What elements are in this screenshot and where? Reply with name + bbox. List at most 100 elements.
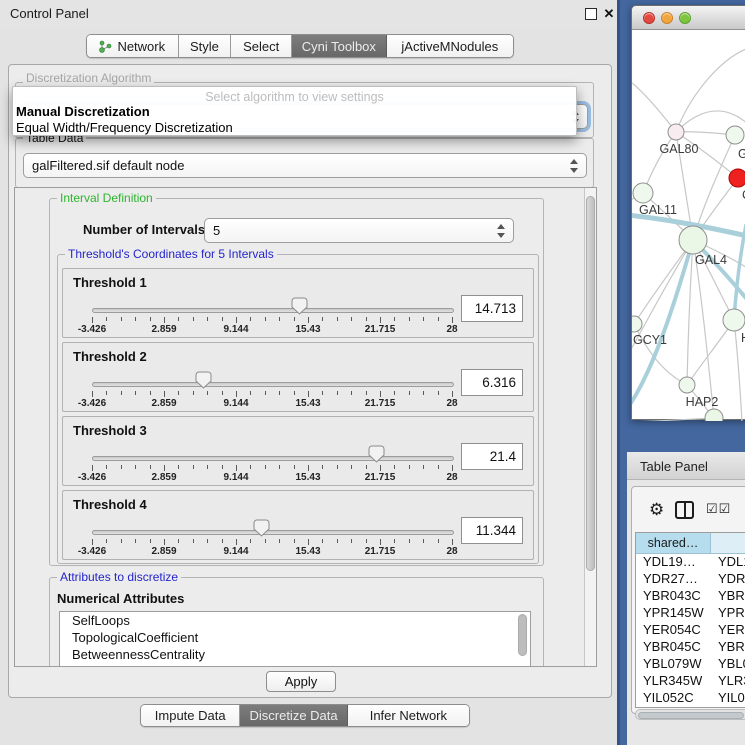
network-node-label: H [741,331,745,345]
bottom-tab-infer-network[interactable]: Infer Network [348,705,469,726]
table-row[interactable]: YPR145WYPR1 [636,605,745,622]
tab-jactivemnodules[interactable]: jActiveMNodules [387,35,513,57]
slider-tick [423,465,424,469]
slider-tick [423,539,424,543]
network-edge[interactable] [632,418,714,421]
threshold-value-field[interactable]: 11.344 [461,517,523,544]
cell-name: YPR1 [718,605,745,620]
network-node-h[interactable] [723,309,745,331]
cell-name: YBR0 [718,639,745,654]
slider-tick [250,391,251,395]
network-node-label: HAP2 [686,395,719,409]
threshold-slider-track[interactable] [92,382,454,387]
threshold-value-field[interactable]: 6.316 [461,369,523,396]
table-row[interactable]: YLR345WYLR3 [636,673,745,690]
table-hscrollbar-thumb[interactable] [638,712,744,719]
window-title: Control Panel [10,6,89,21]
tab-cyni-toolbox[interactable]: Cyni Toolbox [292,35,387,57]
slider-tick-label: -3.426 [78,546,106,557]
dropdown-prompt-item[interactable]: Select algorithm to view settings [13,90,576,104]
close-traffic-light-icon[interactable] [643,12,655,24]
table-panel-titlebar: Table Panel [627,452,745,480]
table-row[interactable]: YBR043CYBR0 [636,588,745,605]
split-panel-icon[interactable] [675,501,694,519]
network-edge[interactable] [676,49,745,132]
close-window-icon[interactable]: ✕ [603,8,615,20]
node-table-container: ⚙ ☑☑ shared… n YDL19…YDL1YDR27…YDR2YBR04… [631,486,745,714]
table-row[interactable]: YBL079WYBL0 [636,656,745,673]
threshold-slider-track[interactable] [92,308,454,313]
tab-style[interactable]: Style [179,35,232,57]
bottom-tab-discretize-data[interactable]: Discretize Data [240,705,347,726]
slider-tick [366,317,367,321]
table-row[interactable]: YDR27…YDR2 [636,571,745,588]
network-node-c[interactable] [729,169,745,187]
slider-tick-label: 2.859 [151,398,176,409]
cell-shared-name: YDL19… [643,554,696,569]
slider-tick [322,539,323,543]
control-panel-tabs: NetworkStyleSelectCyni ToolboxjActiveMNo… [86,34,514,58]
table-row[interactable]: YIL052CYIL0 [636,690,745,707]
network-edge[interactable] [634,240,693,324]
table-hscrollbar-track[interactable] [635,709,745,720]
threshold-title: Threshold 3 [73,423,147,438]
slider-tick [92,465,93,471]
combo-stepper-icon [497,224,505,238]
threshold-slider-thumb[interactable] [195,371,212,389]
threshold-slider-thumb[interactable] [253,519,270,537]
tab-network[interactable]: Network [87,35,179,57]
attribute-list-item[interactable]: SelfLoops [60,612,530,629]
dropdown-option-manual-discretization[interactable]: Manual Discretization [16,104,150,119]
checked-checkboxes-icon[interactable]: ☑☑ [706,501,731,517]
slider-tick [178,539,179,543]
table-data-combobox[interactable]: galFiltered.sif default node [23,153,587,178]
network-edge[interactable] [632,79,676,132]
threshold-value-field[interactable]: 21.4 [461,443,523,470]
column-header-shared-name[interactable]: shared… [636,533,711,554]
network-edge-highlighted[interactable] [734,225,745,320]
threshold-slider-track[interactable] [92,530,454,535]
slider-tick [279,317,280,321]
threshold-value-field[interactable]: 14.713 [461,295,523,322]
number-of-intervals-value: 5 [213,223,220,238]
zoom-traffic-light-icon[interactable] [679,12,691,24]
apply-button[interactable]: Apply [266,671,336,692]
slider-tick [121,465,122,469]
slider-tick-label: 2.859 [151,472,176,483]
network-node-hap2[interactable] [679,377,695,393]
slider-tick-label: 21.715 [365,546,396,557]
network-node-gcy1[interactable] [632,316,642,332]
threshold-slider-thumb[interactable] [368,445,385,463]
network-canvas[interactable]: GAL80GACGAL11GAL4GCY1HHAP2 [632,31,745,421]
threshold-slider-thumb[interactable] [291,297,308,315]
float-window-icon[interactable] [585,8,597,20]
threshold-slider-track[interactable] [92,456,454,461]
number-of-intervals-combobox[interactable]: 5 [204,218,514,243]
slider-tick-label: 28 [446,398,457,409]
minimize-traffic-light-icon[interactable] [661,12,673,24]
slider-tick [351,391,352,395]
attribute-list-item[interactable]: BetweennessCentrality [60,646,530,663]
column-header-name[interactable]: n [711,533,745,554]
attributes-list-scrollbar[interactable] [518,614,527,656]
slider-tick-label: 21.715 [365,472,396,483]
network-node-gal11[interactable] [633,183,653,203]
network-edge[interactable] [687,320,734,385]
tab-select[interactable]: Select [231,35,292,57]
slider-tick-label: 9.144 [223,546,248,557]
network-node-gal4[interactable] [679,226,707,254]
slider-tick [452,539,453,545]
slider-tick [121,391,122,395]
network-node-ga[interactable] [726,126,744,144]
settings-scrollbar-thumb[interactable] [586,196,595,571]
table-row[interactable]: YER054CYER0 [636,622,745,639]
network-node-gal80[interactable] [668,124,684,140]
dropdown-option-equal-width-frequency[interactable]: Equal Width/Frequency Discretization [16,120,233,135]
gear-icon[interactable]: ⚙ [649,501,664,518]
slider-tick [135,465,136,469]
bottom-tab-impute-data[interactable]: Impute Data [141,705,240,726]
table-row[interactable]: YDL19…YDL1 [636,554,745,571]
attribute-list-item[interactable]: TopologicalCoefficient [60,629,530,646]
slider-tick-label: 9.144 [223,398,248,409]
table-row[interactable]: YBR045CYBR0 [636,639,745,656]
